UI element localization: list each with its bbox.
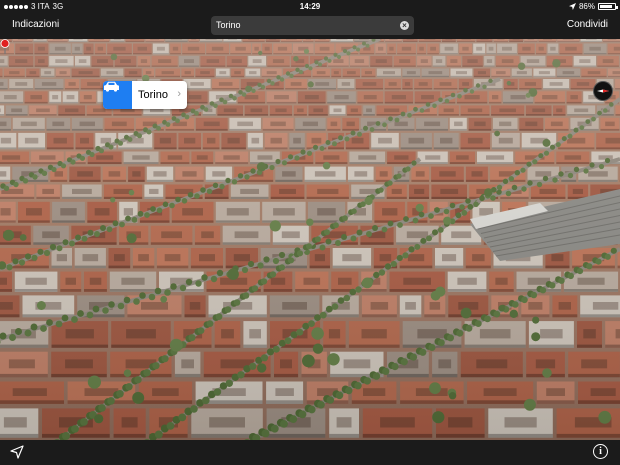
status-bar: 3 ITA 3G 14:29 86%: [0, 0, 620, 13]
map-pin-icon[interactable]: [0, 39, 10, 54]
bottom-toolbar: i: [0, 440, 620, 465]
location-callout[interactable]: Torino ›: [103, 81, 187, 109]
battery-fill: [600, 5, 613, 8]
directions-button[interactable]: Indicazioni: [12, 19, 59, 30]
status-right: 86%: [568, 2, 618, 11]
location-services-icon: [568, 3, 576, 10]
car-icon[interactable]: [103, 81, 132, 109]
map-view[interactable]: Torino ›: [0, 39, 620, 440]
clock: 14:29: [299, 2, 321, 11]
chevron-right-icon: ›: [177, 88, 181, 100]
share-button[interactable]: Condividi: [567, 19, 608, 30]
location-arrow-icon[interactable]: [10, 445, 24, 459]
flyover-city-render: [0, 39, 620, 440]
battery-icon: [598, 3, 618, 10]
navigation-bar: Indicazioni Torino × Condividi: [0, 13, 620, 39]
battery-percent: 86%: [578, 2, 595, 11]
info-button[interactable]: i: [593, 444, 608, 459]
search-value: Torino: [216, 20, 241, 30]
callout-title: Torino: [138, 89, 168, 101]
compass-icon[interactable]: [593, 81, 613, 101]
clear-search-icon[interactable]: ×: [400, 21, 409, 30]
search-field[interactable]: Torino ×: [211, 16, 414, 35]
